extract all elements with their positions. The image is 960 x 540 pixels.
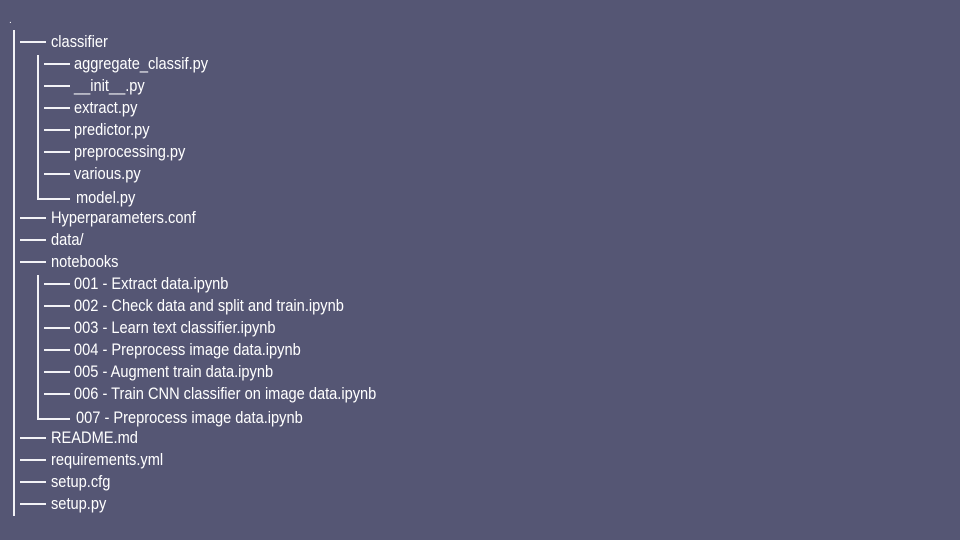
file-label: __init__.py [74, 76, 145, 95]
file-label: 003 - Learn text classifier.ipynb [74, 318, 276, 337]
file-label: preprocessing.py [74, 142, 186, 161]
last-branch-connector [37, 418, 70, 420]
last-branch-connector [37, 198, 70, 200]
branch-connector [44, 63, 70, 65]
file-label: 001 - Extract data.ipynb [74, 274, 229, 293]
branch-connector [44, 327, 70, 329]
branch-connector [44, 349, 70, 351]
branch-connector [44, 305, 70, 307]
file-label: setup.py [51, 494, 107, 513]
file-label: various.py [74, 164, 141, 183]
branch-connector [44, 151, 70, 153]
root-trunk-line [13, 30, 15, 516]
branch-connector [20, 481, 46, 483]
branch-connector [20, 217, 46, 219]
file-label: requirements.yml [51, 450, 164, 469]
branch-connector [20, 503, 46, 505]
file-label: predictor.py [74, 120, 150, 139]
branch-connector [20, 41, 46, 43]
file-label: data/ [51, 230, 84, 249]
branch-connector [44, 173, 70, 175]
folder-label: notebooks [51, 252, 119, 271]
file-label: 005 - Augment train data.ipynb [74, 362, 274, 381]
subtree-trunk-line [37, 55, 39, 200]
subtree-trunk-line [37, 275, 39, 420]
branch-connector [44, 107, 70, 109]
root-marker: . [9, 15, 12, 26]
branch-connector [20, 437, 46, 439]
branch-connector [44, 129, 70, 131]
branch-connector [20, 459, 46, 461]
file-label: 004 - Preprocess image data.ipynb [74, 340, 301, 359]
branch-connector [44, 283, 70, 285]
file-label: model.py [76, 188, 136, 207]
file-label: Hyperparameters.conf [51, 208, 196, 227]
file-label: extract.py [74, 98, 138, 117]
directory-tree: . classifier aggregate_classif.py __init__… [0, 0, 960, 540]
file-label: setup.cfg [51, 472, 111, 491]
branch-connector [20, 261, 46, 263]
folder-label: classifier [51, 32, 108, 51]
branch-connector [44, 85, 70, 87]
branch-connector [44, 393, 70, 395]
file-label: 006 - Train CNN classifier on image data… [74, 384, 377, 403]
file-label: aggregate_classif.py [74, 54, 209, 73]
branch-connector [44, 371, 70, 373]
file-label: 007 - Preprocess image data.ipynb [76, 408, 303, 427]
file-label: 002 - Check data and split and train.ipy… [74, 296, 344, 315]
file-label: README.md [51, 428, 138, 447]
branch-connector [20, 239, 46, 241]
